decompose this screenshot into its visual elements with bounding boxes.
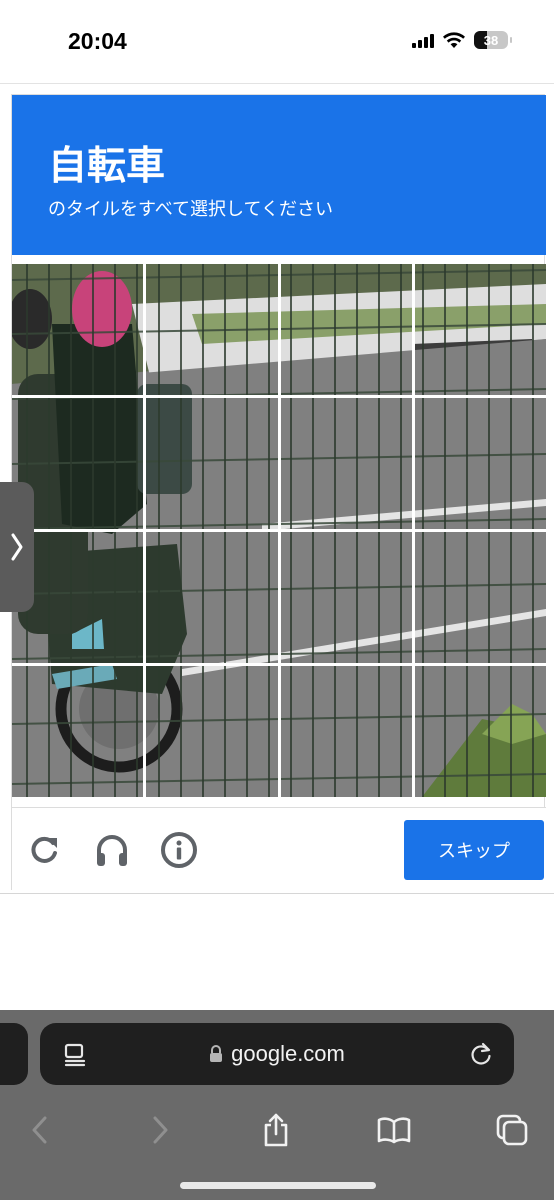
back-icon[interactable] — [18, 1108, 62, 1152]
wifi-icon — [443, 32, 465, 48]
captcha-tile-4-3[interactable] — [278, 664, 414, 797]
captcha-challenge: 自転車 のタイルをすべて選択してください スキップ — [11, 94, 546, 891]
captcha-tile-4-1[interactable] — [12, 664, 146, 797]
home-indicator — [180, 1182, 376, 1189]
url-display: google.com — [40, 1023, 514, 1085]
captcha-tile-3-4[interactable] — [412, 530, 546, 665]
captcha-tile-2-4[interactable] — [412, 396, 546, 531]
captcha-image-grid — [12, 264, 546, 797]
captcha-tile-4-2[interactable] — [144, 664, 280, 797]
status-icons: 38 — [412, 31, 512, 49]
address-bar[interactable]: google.com — [40, 1023, 514, 1085]
status-bar: 20:04 38 — [0, 0, 554, 84]
captcha-tile-1-1[interactable] — [12, 264, 146, 397]
battery-icon: 38 — [474, 31, 512, 49]
captcha-tile-3-2[interactable] — [144, 530, 280, 665]
browser-toolbar — [0, 1100, 554, 1160]
lock-icon — [210, 1045, 223, 1062]
share-icon[interactable] — [254, 1108, 298, 1152]
reload-icon[interactable] — [468, 1041, 494, 1067]
phone-screen: 20:04 38 自転車 のタイルをすべて選択してください スキップ googl… — [0, 0, 554, 1200]
captcha-instructions: のタイルをすべて選択してください — [48, 199, 333, 220]
captcha-tile-1-4[interactable] — [412, 264, 546, 397]
captcha-tile-4-4[interactable] — [412, 664, 546, 797]
captcha-tile-1-2[interactable] — [144, 264, 280, 397]
headphones-icon[interactable] — [92, 830, 132, 870]
url-text: google.com — [231, 1041, 345, 1066]
captcha-header: 自転車 のタイルをすべて選択してください — [12, 95, 546, 255]
captcha-footer: スキップ — [12, 807, 546, 891]
status-time: 20:04 — [68, 28, 127, 54]
captcha-frame: 自転車 のタイルをすべて選択してください スキップ — [0, 84, 554, 894]
captcha-title: 自転車 — [48, 144, 166, 189]
tabs-icon[interactable] — [490, 1108, 534, 1152]
signal-icon — [412, 32, 434, 48]
captcha-tile-3-3[interactable] — [278, 530, 414, 665]
forward-icon[interactable] — [138, 1108, 182, 1152]
captcha-tiles — [12, 264, 546, 797]
bookmarks-icon[interactable] — [372, 1108, 416, 1152]
side-panel-handle[interactable] — [0, 482, 34, 612]
captcha-tile-1-3[interactable] — [278, 264, 414, 397]
browser-chrome: google.com — [0, 1010, 554, 1200]
previous-tab-preview[interactable] — [0, 1023, 28, 1085]
skip-button[interactable]: スキップ — [404, 820, 544, 880]
battery-percentage: 38 — [483, 32, 499, 48]
captcha-tile-2-3[interactable] — [278, 396, 414, 531]
captcha-tile-2-2[interactable] — [144, 396, 280, 531]
chevron-right-icon — [11, 533, 23, 561]
reload-icon[interactable] — [24, 830, 64, 870]
info-icon[interactable] — [159, 830, 199, 870]
